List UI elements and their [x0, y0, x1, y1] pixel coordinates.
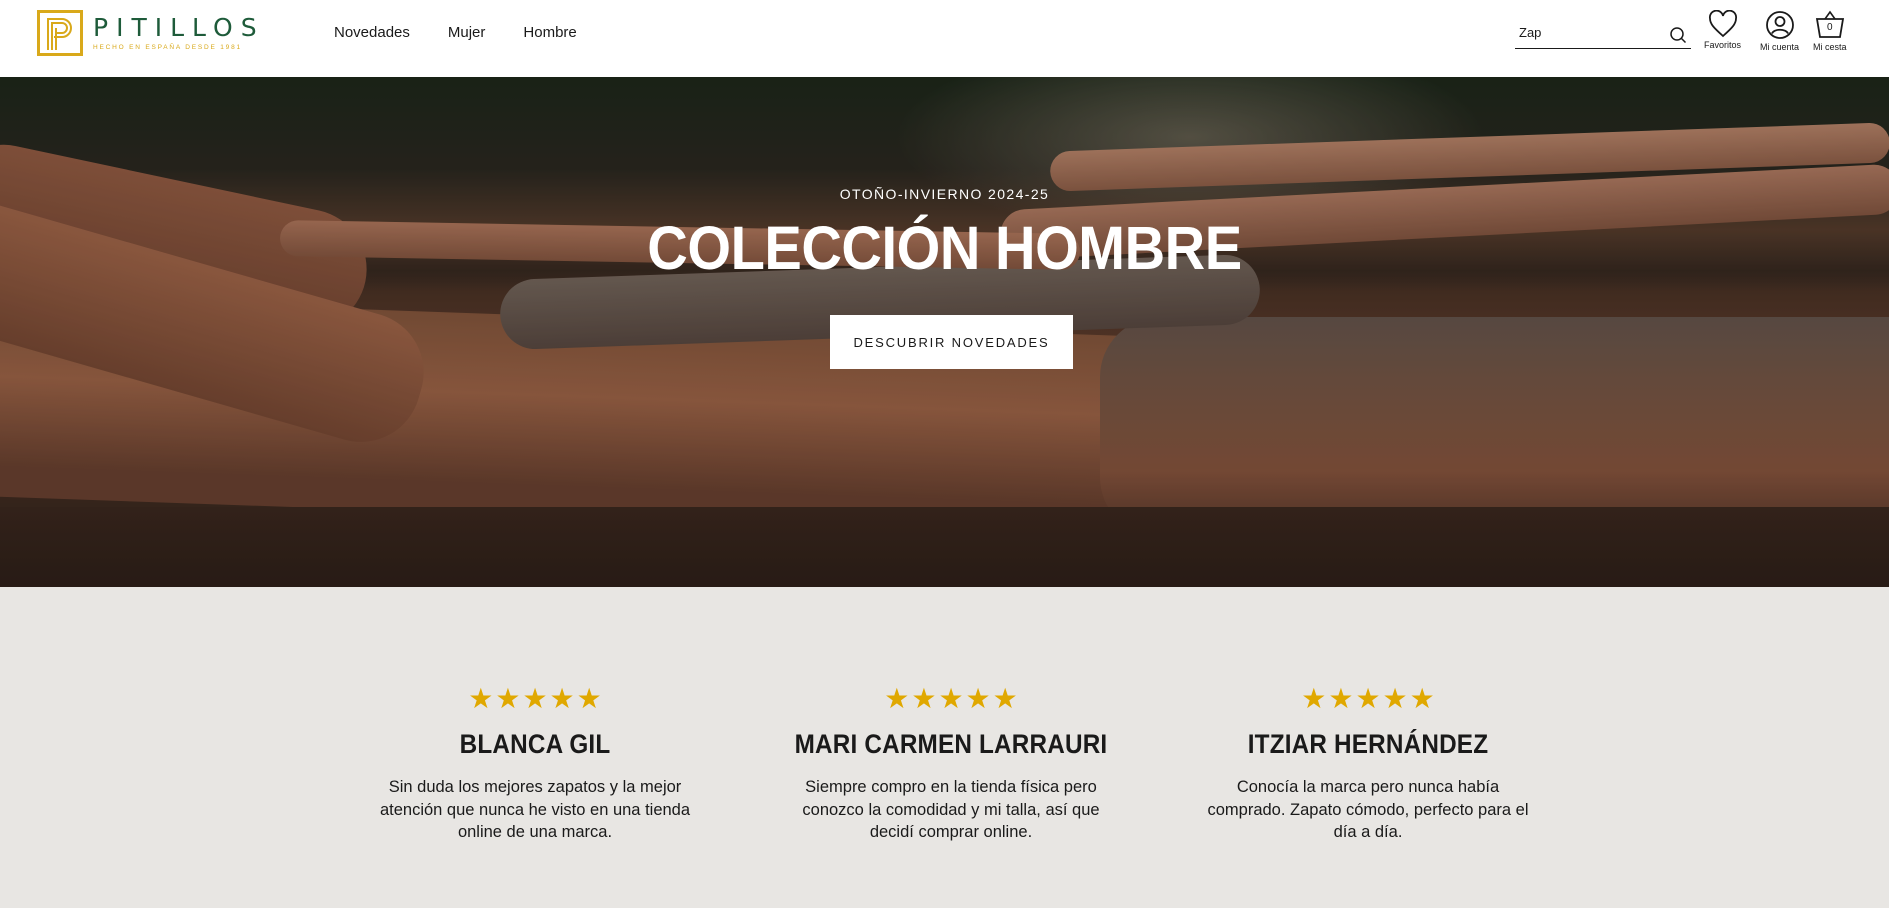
- main-nav: Novedades Mujer Hombre: [334, 24, 577, 41]
- review-card: ★ ★ ★ ★ ★ BLANCA GIL Sin duda los mejores za…: [355, 685, 715, 844]
- heart-icon: [1708, 10, 1737, 38]
- star-icon: ★: [1328, 683, 1354, 714]
- star-icon: ★: [1409, 683, 1435, 714]
- search-box: [1515, 22, 1691, 49]
- review-text: Conocía la marca pero nunca había compra…: [1207, 778, 1529, 841]
- star-icon: ★: [911, 683, 937, 714]
- nav-item-novedades[interactable]: Novedades: [334, 24, 410, 41]
- hero-banner: OTOÑO-INVIERNO 2024-25 COLECCIÓN HOMBRE …: [0, 77, 1889, 587]
- brand-name: PITILLOS: [93, 13, 265, 42]
- star-icon: ★: [938, 683, 964, 714]
- star-icon: ★: [468, 683, 494, 714]
- discover-news-button[interactable]: DESCUBRIR NOVEDADES: [830, 315, 1073, 369]
- favorites-label: Favoritos: [1704, 40, 1742, 50]
- star-icon: ★: [884, 683, 910, 714]
- account-label: Mi cuenta: [1760, 42, 1800, 52]
- hero-title: COLECCIÓN HOMBRE: [647, 214, 1242, 282]
- star-icon: ★: [1382, 683, 1408, 714]
- star-icon: ★: [522, 683, 548, 714]
- account-button[interactable]: Mi cuenta: [1760, 10, 1799, 52]
- user-icon: [1765, 11, 1794, 39]
- star-icon: ★: [992, 683, 1018, 714]
- nav-item-mujer[interactable]: Mujer: [448, 24, 486, 41]
- cart-count: 0: [1826, 22, 1833, 33]
- hero-eyebrow: OTOÑO-INVIERNO 2024-25: [839, 186, 1050, 202]
- brand-tagline: HECHO EN ESPAÑA DESDE 1981: [93, 44, 242, 51]
- star-icon: ★: [549, 683, 575, 714]
- star-icon: ★: [576, 683, 602, 714]
- star-rating: ★ ★ ★ ★ ★: [355, 685, 715, 713]
- review-text: Sin duda los mejores zapatos y la mejor …: [379, 778, 691, 841]
- logo-mark-icon: [37, 10, 83, 56]
- cart-button[interactable]: 0 Mi cesta: [1813, 10, 1847, 52]
- site-header: PITILLOS HECHO EN ESPAÑA DESDE 1981 Nove…: [0, 0, 1889, 77]
- review-card: ★ ★ ★ ★ ★ MARI CARMEN LARRAURI Siempre compr…: [771, 685, 1131, 844]
- reviewer-name: ITZIAR HERNÁNDEZ: [1247, 729, 1489, 759]
- cart-label: Mi cesta: [1813, 42, 1847, 52]
- reviews-section: ★ ★ ★ ★ ★ BLANCA GIL Sin duda los mejores za…: [0, 587, 1889, 908]
- star-rating: ★ ★ ★ ★ ★: [1188, 685, 1548, 713]
- reviewer-name: MARI CARMEN LARRAURI: [794, 729, 1108, 759]
- star-icon: ★: [965, 683, 991, 714]
- search-input[interactable]: [1515, 22, 1665, 43]
- search-icon[interactable]: [1669, 26, 1687, 49]
- star-icon: ★: [1355, 683, 1381, 714]
- review-card: ★ ★ ★ ★ ★ ITZIAR HERNÁNDEZ Conocía la marca …: [1188, 685, 1548, 844]
- brand-logo[interactable]: PITILLOS HECHO EN ESPAÑA DESDE 1981: [37, 10, 265, 56]
- favorites-button[interactable]: Favoritos: [1704, 10, 1741, 50]
- nav-item-hombre[interactable]: Hombre: [523, 24, 576, 41]
- review-text: Siempre compro en la tienda física pero …: [802, 778, 1100, 841]
- reviewer-name: BLANCA GIL: [459, 729, 611, 759]
- star-icon: ★: [1301, 683, 1327, 714]
- star-rating: ★ ★ ★ ★ ★: [771, 685, 1131, 713]
- star-icon: ★: [495, 683, 521, 714]
